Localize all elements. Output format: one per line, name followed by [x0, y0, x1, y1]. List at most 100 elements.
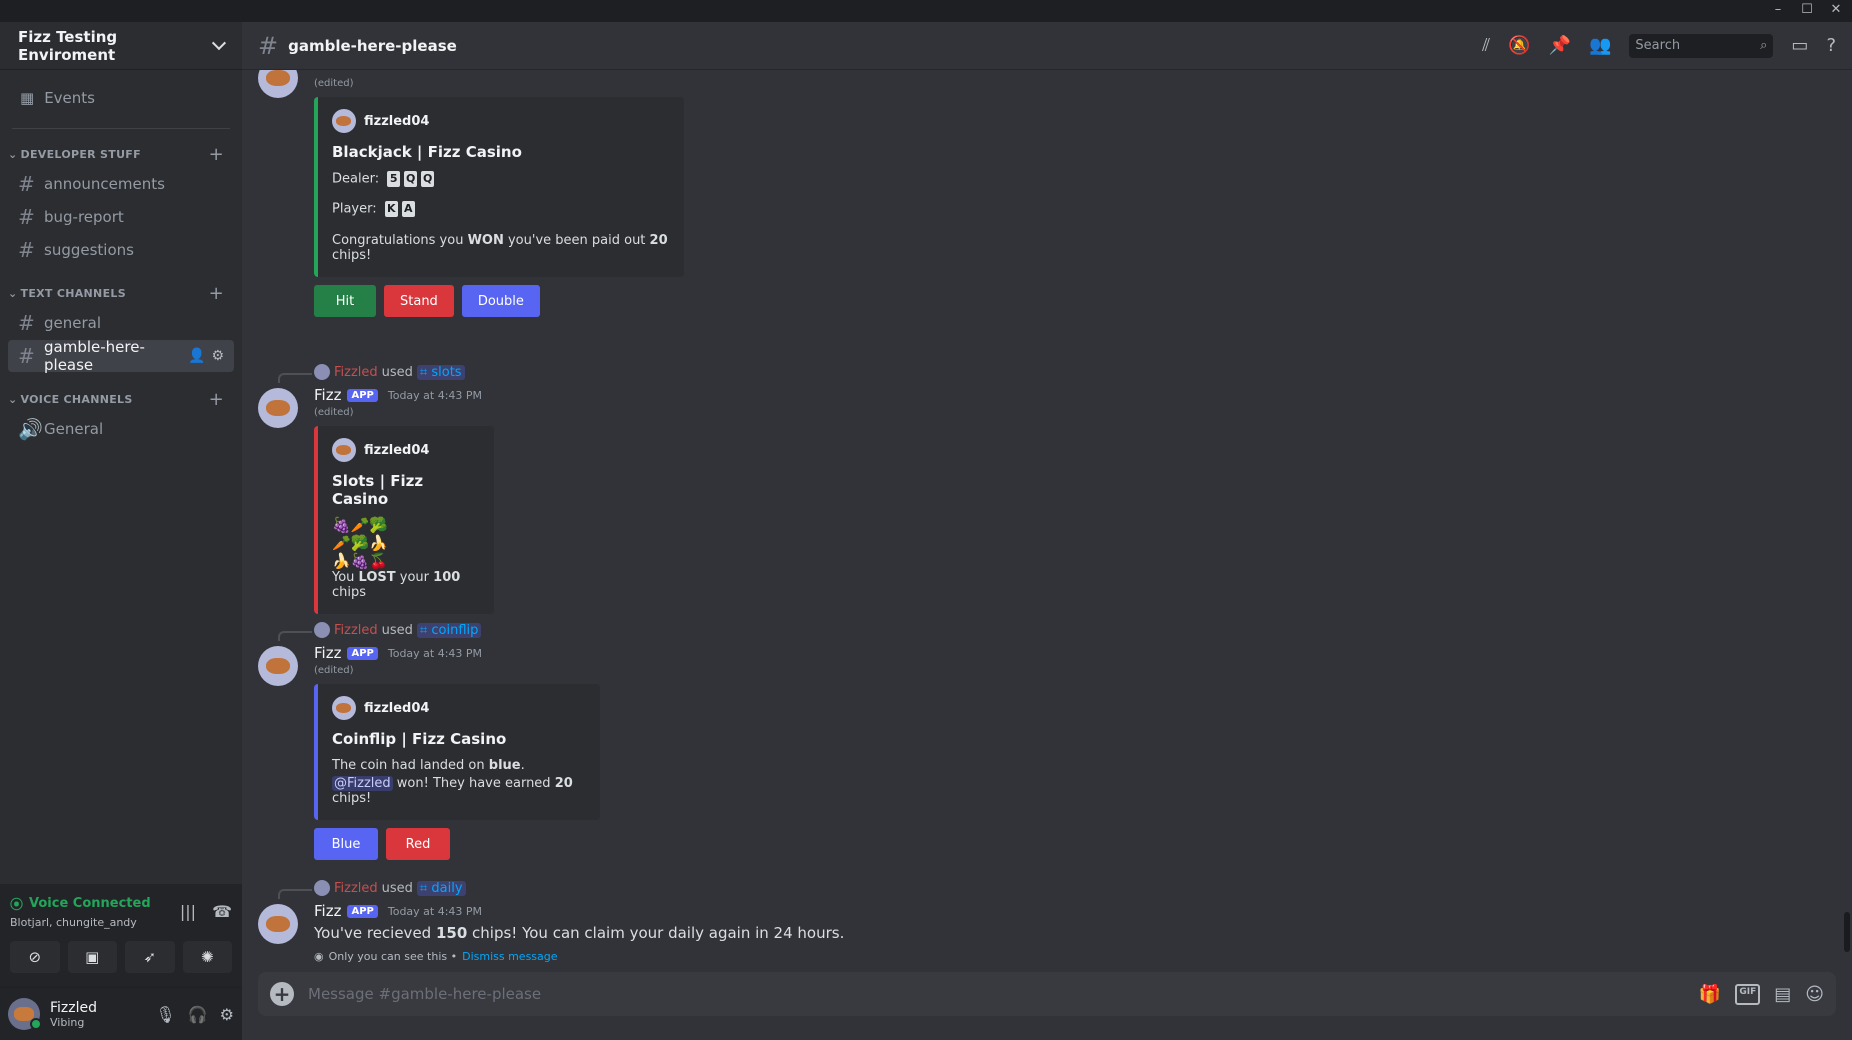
gear-icon[interactable]: ⚙ [220, 1005, 234, 1024]
category-developer-stuff[interactable]: ⌄ DEVELOPER STUFF + [0, 141, 242, 167]
command-mention[interactable]: ⌗ coinflip [416, 622, 482, 638]
hit-button[interactable]: Hit [314, 285, 376, 317]
edited-label: (edited) [314, 78, 354, 89]
sidebar-item-gamble-here-please[interactable]: # gamble-here-please 👤 ⚙ [8, 338, 234, 374]
player-label: Player: [332, 201, 377, 217]
red-button[interactable]: Red [386, 828, 450, 860]
category-label: VOICE CHANNELS [20, 392, 133, 406]
text-part: chips! You can claim your daily again in… [467, 924, 845, 942]
pin-icon[interactable]: 📌 [1549, 35, 1571, 56]
card: Q [404, 171, 418, 187]
sidebar-item-bug-report[interactable]: # bug-report [8, 201, 234, 233]
embed-slots: fizzled04 Slots | Fizz Casino 🍇🥕🥦 🥕🥦🍌 🍌🍇… [314, 426, 494, 614]
voice-status[interactable]: ⦿ Voice Connected [10, 894, 151, 913]
soundboard-icon[interactable]: ||| [180, 902, 196, 921]
reply-user[interactable]: Fizzled [334, 365, 378, 380]
stand-button[interactable]: Stand [384, 285, 454, 317]
avatar[interactable] [258, 904, 298, 944]
category-voice-channels[interactable]: ⌄ VOICE CHANNELS + [0, 386, 242, 412]
search-input[interactable]: Search ⌕ [1629, 33, 1774, 58]
sticker-icon[interactable]: ▤ [1774, 984, 1791, 1005]
slot-row: 🍌🍇🍒 [332, 552, 389, 570]
blue-button[interactable]: Blue [314, 828, 378, 860]
help-icon[interactable]: ? [1826, 35, 1836, 56]
author-name[interactable]: Fizz [314, 902, 341, 920]
screen-share-button[interactable]: ▣ [67, 941, 117, 973]
message-text: You've recieved 150 chips! You can claim… [314, 924, 1794, 942]
timestamp: Today at 4:43 PM [387, 904, 483, 918]
server-name: Fizz Testing Enviroment [18, 27, 118, 64]
embed-author: fizzled04 [364, 113, 430, 129]
invite-icon[interactable]: 👤 [188, 348, 205, 364]
scrollbar-thumb[interactable] [1844, 912, 1850, 952]
add-attachment-button[interactable]: + [270, 982, 294, 1006]
voice-connection-panel: ⦿ Voice Connected Blotjarl, chungite_andy… [0, 884, 242, 988]
maximize-button[interactable]: ☐ [1793, 0, 1821, 22]
server-header[interactable]: Fizz Testing Enviroment [0, 22, 242, 70]
reply-reference[interactable]: Fizzled used ⌗ daily [314, 880, 466, 896]
embed-result: You LOST your 100 chips [332, 570, 478, 600]
emoji-icon[interactable]: ☺ [1805, 984, 1824, 1005]
double-button[interactable]: Double [461, 285, 540, 317]
reply-user[interactable]: Fizzled [334, 881, 378, 896]
message-input[interactable] [308, 985, 1608, 1003]
coin-result: The coin had landed on blue. [332, 758, 584, 773]
threads-icon[interactable]: ⫽ [1482, 35, 1490, 56]
author-name[interactable]: Fizz [314, 386, 341, 404]
add-channel-icon[interactable]: + [209, 144, 224, 165]
disconnect-icon[interactable]: ☎ [212, 902, 232, 921]
soundboard-button[interactable]: ✺ [182, 941, 232, 973]
category-text-channels[interactable]: ⌄ TEXT CHANNELS + [0, 280, 242, 306]
chevron-down-icon: ⌄ [8, 392, 18, 406]
avatar[interactable] [258, 388, 298, 428]
author-name[interactable]: Fizz [314, 644, 341, 662]
speaker-icon: 🔊 [18, 417, 43, 441]
sidebar-item-events[interactable]: ▦ Events [0, 78, 242, 118]
reply-used: used [381, 364, 413, 380]
notification-mute-icon[interactable]: 🔕 [1508, 35, 1530, 56]
sidebar-item-suggestions[interactable]: # suggestions [8, 234, 234, 266]
add-channel-icon[interactable]: + [209, 283, 224, 304]
embed-author: fizzled04 [364, 700, 430, 716]
reply-reference[interactable]: Fizzled used ⌗ coinflip [314, 622, 482, 638]
eye-icon: ◉ [314, 950, 324, 963]
inbox-icon[interactable]: ▭ [1791, 35, 1808, 56]
headphones-icon[interactable]: 🎧 [188, 1005, 208, 1024]
sidebar-item-general[interactable]: # general [8, 307, 234, 339]
command-mention[interactable]: ⌗ daily [416, 880, 466, 896]
command-mention[interactable]: ⌗ slots [416, 364, 465, 380]
avatar [332, 109, 356, 133]
dismiss-message-link[interactable]: Dismiss message [462, 950, 557, 963]
user-mention[interactable]: @Fizzled [332, 776, 393, 791]
gear-icon[interactable]: ⚙ [211, 348, 224, 364]
minimize-button[interactable]: – [1764, 0, 1792, 22]
avatar[interactable] [258, 646, 298, 686]
camera-off-button[interactable]: ⊘ [10, 941, 60, 973]
sidebar-item-voice-general[interactable]: 🔊 General [8, 413, 234, 445]
hash-icon: # [18, 311, 35, 335]
sidebar-item-announcements[interactable]: # announcements [8, 168, 234, 200]
hash-icon: # [18, 205, 35, 229]
result-amount: 20 [554, 776, 573, 791]
gift-icon[interactable]: 🎁 [1699, 984, 1721, 1005]
command-name: coinflip [431, 622, 479, 638]
embed-title: Blackjack | Fizz Casino [332, 143, 522, 161]
add-channel-icon[interactable]: + [209, 389, 224, 410]
close-window-button[interactable]: ✕ [1822, 0, 1850, 22]
avatar[interactable] [258, 70, 298, 98]
gif-icon[interactable]: GIF [1735, 983, 1761, 1005]
scrollbar[interactable] [1842, 72, 1850, 952]
activity-button[interactable]: ➶ [125, 941, 175, 973]
channel-sidebar: Fizz Testing Enviroment ▦ Events ⌄ DEVELO… [0, 22, 242, 1040]
online-status-dot [30, 1018, 42, 1030]
member-list-icon[interactable]: 👥 [1589, 35, 1611, 56]
reply-reference[interactable]: Fizzled used ⌗ slots [314, 364, 465, 380]
microphone-icon[interactable]: 🎙 [155, 1005, 175, 1024]
reply-user[interactable]: Fizzled [334, 623, 378, 638]
command-name: daily [431, 880, 463, 896]
result-amount: 100 [433, 570, 461, 585]
result-text: you've been paid out [503, 233, 650, 248]
divider [12, 128, 230, 129]
camera-off-icon: ⊘ [28, 948, 42, 966]
rocket-icon: ➶ [143, 948, 157, 966]
